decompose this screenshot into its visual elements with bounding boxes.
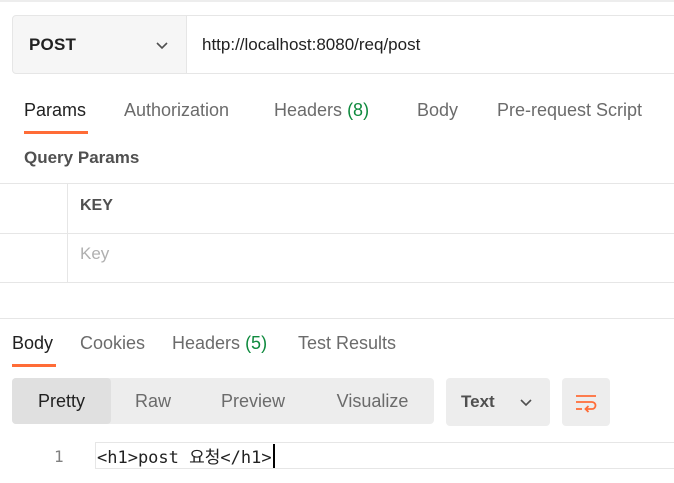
tab-label: Cookies <box>80 333 146 353</box>
format-raw-button[interactable]: Raw <box>111 378 195 424</box>
key-input[interactable]: Key <box>80 244 109 264</box>
headers-count-badge: (8) <box>347 100 370 120</box>
word-wrap-icon <box>576 395 597 413</box>
key-column-header: KEY <box>80 197 113 214</box>
tab-authorization[interactable]: Authorization <box>124 92 229 128</box>
active-tab-indicator <box>12 364 56 367</box>
request-tabs: Params Authorization Headers (8) Body Pr… <box>0 92 674 136</box>
tab-pre-request-script[interactable]: Pre-request Script <box>497 92 642 128</box>
tab-body[interactable]: Body <box>417 92 458 128</box>
tab-label: Authorization <box>124 100 230 120</box>
table-column-divider <box>67 183 68 282</box>
tab-label: Params <box>24 100 87 120</box>
chevron-down-icon <box>520 399 532 407</box>
tab-label: Test Results <box>298 333 397 353</box>
tab-label: Body <box>12 333 54 353</box>
format-preview-button[interactable]: Preview <box>195 378 311 424</box>
url-input[interactable]: http://localhost:8080/req/post <box>187 16 674 73</box>
format-visualize-button[interactable]: Visualize <box>311 378 434 424</box>
format-segmented-control: Pretty Raw Preview Visualize <box>12 378 434 424</box>
word-wrap-button[interactable] <box>562 378 610 426</box>
text-cursor <box>272 443 275 468</box>
code-line: <h1>post 요청</h1> <box>95 442 674 469</box>
active-tab-indicator <box>24 131 88 134</box>
top-divider <box>0 0 674 2</box>
tab-label: Headers <box>172 333 241 353</box>
tab-label: Pre-request Script <box>497 100 643 120</box>
tab-cookies[interactable]: Cookies <box>80 325 145 361</box>
url-text: http://localhost:8080/req/post <box>202 34 421 54</box>
method-select[interactable]: POST <box>13 16 187 73</box>
tab-params[interactable]: Params <box>24 92 86 128</box>
language-select[interactable]: Text <box>446 378 550 426</box>
response-body-editor[interactable]: 1 <h1>post 요청</h1> <box>0 440 674 472</box>
request-url-bar: POST http://localhost:8080/req/post <box>12 15 674 74</box>
tab-response-headers[interactable]: Headers (5) <box>172 325 267 361</box>
method-label: POST <box>29 34 77 54</box>
tab-test-results[interactable]: Test Results <box>298 325 396 361</box>
format-pretty-button[interactable]: Pretty <box>12 378 111 424</box>
table-divider <box>0 282 674 283</box>
response-tabs: Body Cookies Headers (5) Test Results <box>0 325 674 369</box>
tab-response-body[interactable]: Body <box>12 325 53 361</box>
code-text: <h1>post 요청</h1> <box>97 448 272 468</box>
language-label: Text <box>461 392 495 411</box>
headers-count-badge: (5) <box>245 333 268 353</box>
query-params-title: Query Params <box>24 148 140 167</box>
table-divider <box>0 233 674 234</box>
chevron-down-icon <box>156 41 168 49</box>
table-divider <box>0 183 674 184</box>
tab-label: Headers <box>274 100 343 120</box>
response-divider <box>0 318 674 319</box>
line-number: 1 <box>54 447 64 466</box>
tab-headers[interactable]: Headers (8) <box>274 92 369 128</box>
tab-label: Body <box>417 100 459 120</box>
